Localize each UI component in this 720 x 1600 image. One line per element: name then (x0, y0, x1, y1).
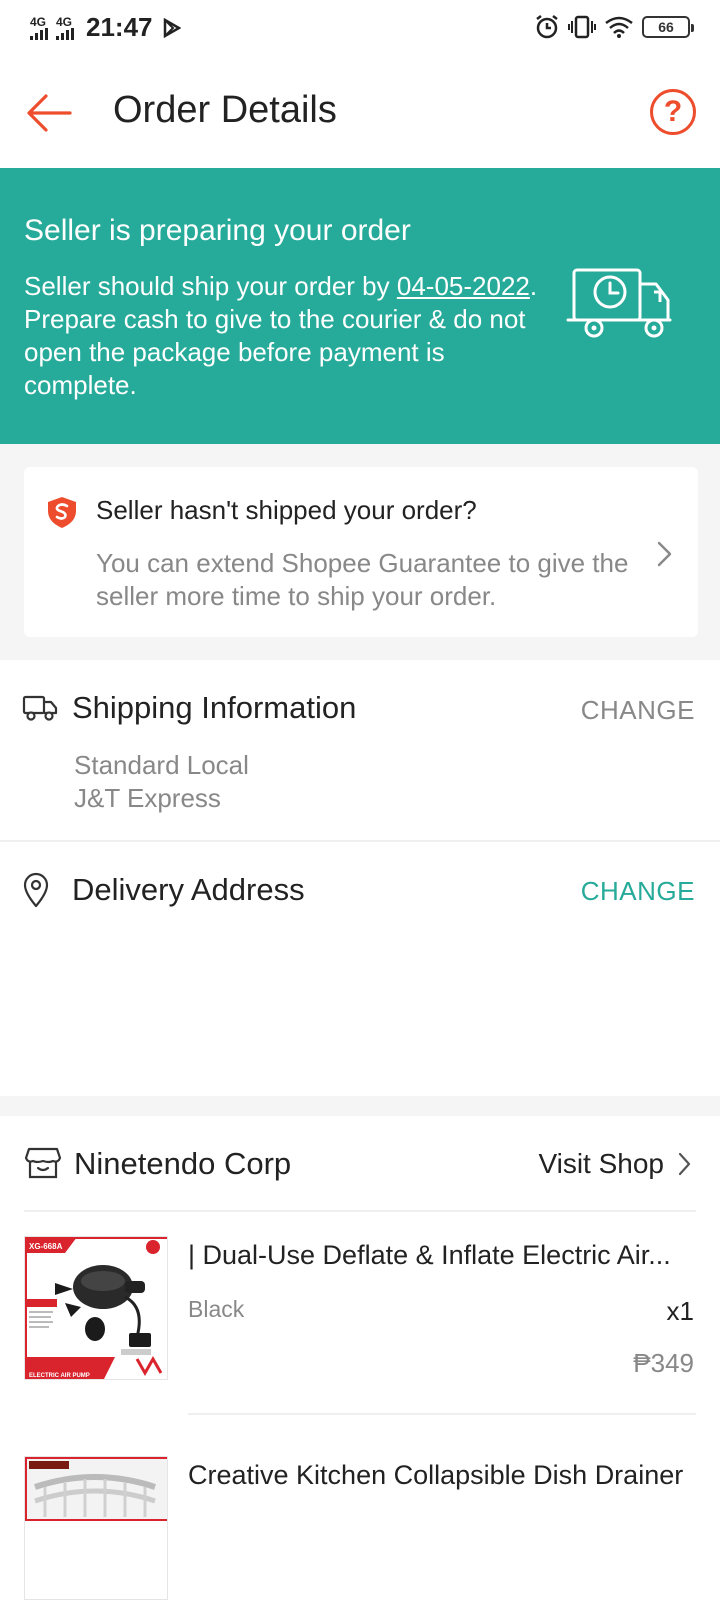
shipping-method: Standard Local (74, 750, 249, 780)
product-variation: Black (188, 1296, 245, 1322)
shipping-information-section: Shipping Information CHANGE Standard Loc… (0, 660, 720, 840)
network-indicator-1: 4G (30, 16, 48, 40)
product-item[interactable]: XG-668A ELECTRIC AIR PUMP | Dual-Use Def… (0, 1236, 720, 1396)
shop-name[interactable]: Ninetendo Corp (74, 1146, 291, 1182)
store-icon (24, 1147, 62, 1179)
ship-by-date: 04-05-2022 (396, 271, 530, 301)
truck-icon (22, 695, 58, 721)
shopee-guarantee-card[interactable]: Seller hasn't shipped your order? You ca… (24, 467, 698, 637)
thumb-model-text: XG-668A (29, 1242, 63, 1251)
wifi-icon (605, 16, 633, 38)
visit-shop-label: Visit Shop (538, 1148, 664, 1179)
order-status-title: Seller is preparing your order (24, 214, 411, 247)
shield-icon (48, 497, 76, 528)
guarantee-description: You can extend Shopee Guarantee to give … (96, 548, 629, 611)
shipping-information-title: Shipping Information (72, 690, 357, 725)
product-item[interactable]: Creative Kitchen Collapsible Dish Draine… (0, 1456, 720, 1600)
product-thumbnail (24, 1456, 168, 1600)
product-price: ₱349 (633, 1348, 694, 1378)
delivery-address-section: Delivery Address CHANGE (0, 842, 720, 1096)
status-right: 66 (534, 14, 694, 40)
chevron-right-icon (678, 1152, 691, 1176)
message-text: Seller should ship your order by (24, 271, 397, 301)
change-address-button[interactable]: CHANGE (581, 876, 695, 907)
shipping-carrier: J&T Express (74, 783, 221, 813)
clock: 21:47 (86, 12, 153, 42)
air-pump-product-image: XG-668A ELECTRIC AIR PUMP (25, 1237, 167, 1379)
guarantee-title: Seller hasn't shipped your order? (96, 495, 477, 525)
back-arrow-icon[interactable] (22, 86, 76, 140)
product-name: Creative Kitchen Collapsible Dish Draine… (188, 1460, 684, 1490)
dish-drainer-product-image (25, 1457, 167, 1523)
page-title: Order Details (113, 89, 337, 131)
chevron-right-icon (657, 541, 672, 567)
network-type-label: 4G (30, 14, 47, 29)
status-bar: 4G 4G 21:47 66 (0, 0, 720, 56)
alarm-icon (536, 15, 558, 39)
product-quantity: x1 (666, 1296, 694, 1326)
section-spacer (0, 1096, 720, 1116)
status-left: 4G 4G 21:47 (30, 12, 181, 43)
order-status-message: Seller should ship your order by 04-05-2… (24, 270, 544, 402)
delivery-truck-clock-icon (566, 268, 672, 338)
battery-level: 66 (658, 19, 674, 35)
network-type-label: 4G (56, 14, 73, 29)
product-name: | Dual-Use Deflate & Inflate Electric Ai… (188, 1240, 671, 1270)
signal-bars-icon (30, 27, 48, 40)
location-pin-icon (23, 872, 49, 908)
play-store-icon (163, 17, 181, 38)
vibrate-icon (568, 15, 596, 39)
product-thumbnail: XG-668A ELECTRIC AIR PUMP (24, 1236, 168, 1380)
signal-bars-icon (56, 27, 74, 40)
order-status-banner: Seller is preparing your order Seller sh… (0, 168, 720, 444)
network-indicator-2: 4G (56, 16, 74, 40)
battery-icon: 66 (642, 16, 694, 38)
visit-shop-button[interactable]: Visit Shop (538, 1148, 692, 1180)
delivery-address-title: Delivery Address (72, 872, 305, 907)
app-bar: Order Details ? (0, 56, 720, 168)
change-shipping-button[interactable]: CHANGE (581, 695, 695, 726)
divider (24, 1210, 696, 1212)
divider (188, 1413, 696, 1415)
thumb-caption-text: ELECTRIC AIR PUMP (29, 1373, 90, 1379)
help-icon[interactable]: ? (650, 89, 696, 135)
